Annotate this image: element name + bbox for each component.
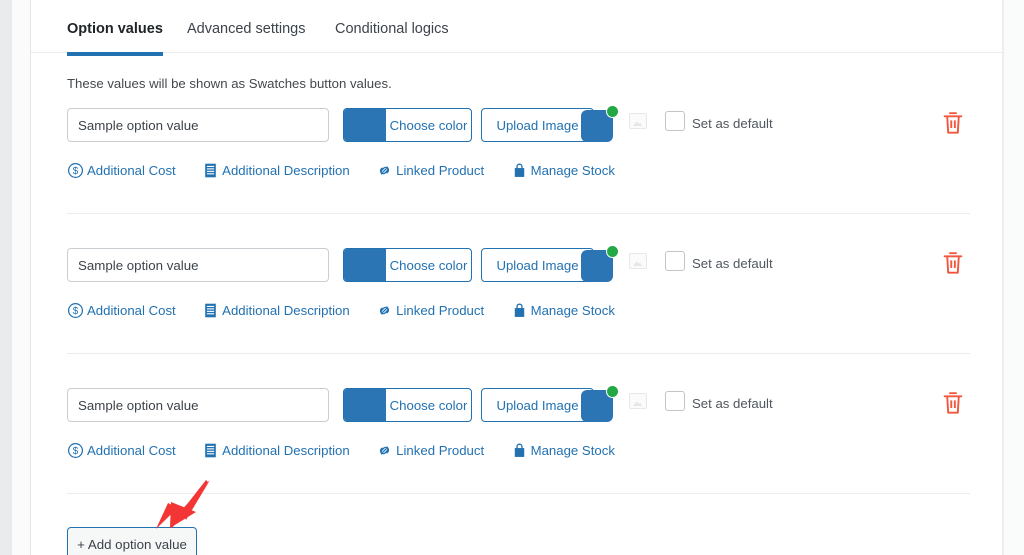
delete-row-trash-icon[interactable] [941,110,965,136]
delete-row-trash-icon[interactable] [941,250,965,276]
linked-product-link[interactable]: Linked Product [376,442,484,459]
choose-color-button[interactable]: Choose color [343,248,472,282]
chain-link-icon [380,166,390,175]
color-selected-badge-icon [606,385,619,398]
manage-stock-link[interactable]: Manage Stock [511,442,615,459]
additional-cost-label: Additional Cost [87,163,176,178]
tab-conditional-logics[interactable]: Conditional logics [335,8,449,52]
tab-advanced-settings[interactable]: Advanced settings [187,8,306,52]
choose-color-label: Choose color [389,397,468,413]
additional-cost-link[interactable]: $ Additional Cost [67,442,176,459]
choose-color-label: Choose color [389,117,468,133]
svg-text:$: $ [73,166,79,177]
color-preview-thumbnail[interactable] [581,384,623,426]
manage-stock-label: Manage Stock [530,163,615,178]
set-as-default-label: Set as default [692,396,773,411]
chain-link-icon [380,306,390,315]
choose-color-button[interactable]: Choose color [343,388,472,422]
shopping-bag-icon [514,443,524,457]
color-preview-thumbnail[interactable] [581,244,623,286]
delete-row-trash-icon[interactable] [941,390,965,416]
dollar-circle-icon: $ [67,442,84,459]
manage-stock-link[interactable]: Manage Stock [511,162,615,179]
tab-option-values-label: Option values [67,21,163,37]
tab-conditional-logics-label: Conditional logics [335,21,449,37]
option-value-row: Choose color Upload Image Set as default [31,100,1004,240]
additional-cost-label: Additional Cost [87,303,176,318]
additional-description-link[interactable]: Additional Description [202,302,350,319]
page-gutter-right [1004,0,1024,555]
additional-description-link[interactable]: Additional Description [202,442,350,459]
set-as-default-label: Set as default [692,256,773,271]
color-selected-badge-icon [606,245,619,258]
linked-product-label: Linked Product [396,303,485,318]
set-as-default-checkbox[interactable] [665,251,685,271]
choose-color-button[interactable]: Choose color [343,108,472,142]
additional-description-label: Additional Description [222,303,350,318]
manage-stock-link[interactable]: Manage Stock [511,302,615,319]
document-lines-icon [205,303,216,318]
tab-advanced-settings-label: Advanced settings [187,21,306,37]
option-value-row: Choose color Upload Image Set as default [31,380,1004,520]
tab-option-values[interactable]: Option values [67,8,163,56]
dollar-circle-icon: $ [67,302,84,319]
row-action-links: $ Additional Cost Additional Description [67,442,637,464]
svg-text:$: $ [73,306,79,317]
color-preview-thumbnail[interactable] [581,104,623,146]
upload-image-button[interactable]: Upload Image [481,248,594,282]
row-action-links: $ Additional Cost Additional Description [67,302,637,324]
choose-color-label: Choose color [389,257,468,273]
chain-link-icon [380,446,390,455]
image-placeholder-icon [629,253,647,269]
page-gutter-middle [12,0,30,555]
color-swatch-preview [344,109,386,141]
linked-product-label: Linked Product [396,443,485,458]
svg-text:$: $ [73,446,79,457]
manage-stock-label: Manage Stock [530,443,615,458]
shopping-bag-icon [514,163,524,177]
set-as-default-checkbox[interactable] [665,111,685,131]
dollar-circle-icon: $ [67,162,84,179]
option-value-input[interactable] [67,108,329,142]
additional-cost-link[interactable]: $ Additional Cost [67,302,176,319]
additional-cost-label: Additional Cost [87,443,176,458]
panel-description: These values will be shown as Swatches b… [67,76,392,91]
additional-description-label: Additional Description [222,163,350,178]
shopping-bag-icon [514,303,524,317]
linked-product-link[interactable]: Linked Product [376,162,484,179]
linked-product-label: Linked Product [396,163,485,178]
add-option-value-button[interactable]: + Add option value [67,527,197,555]
additional-description-label: Additional Description [222,443,350,458]
option-value-row: Choose color Upload Image Set as default [31,240,1004,380]
manage-stock-label: Manage Stock [530,303,615,318]
upload-image-button[interactable]: Upload Image [481,108,594,142]
color-swatch-preview [344,249,386,281]
document-lines-icon [205,443,216,458]
option-value-input[interactable] [67,388,329,422]
set-as-default-label: Set as default [692,116,773,131]
option-values-panel: Option values Advanced settings Conditio… [30,0,1004,555]
screenshot-root: Option values Advanced settings Conditio… [0,0,1024,555]
row-divider [67,213,970,214]
option-value-input[interactable] [67,248,329,282]
row-action-links: $ Additional Cost Additional Description [67,162,637,184]
row-divider [67,493,970,494]
additional-cost-link[interactable]: $ Additional Cost [67,162,176,179]
set-as-default-checkbox[interactable] [665,391,685,411]
tab-bar: Option values Advanced settings Conditio… [31,8,1004,56]
document-lines-icon [205,163,216,178]
color-swatch-preview [344,389,386,421]
additional-description-link[interactable]: Additional Description [202,162,350,179]
image-placeholder-icon [629,393,647,409]
row-divider [67,353,970,354]
upload-image-button[interactable]: Upload Image [481,388,594,422]
color-selected-badge-icon [606,105,619,118]
image-placeholder-icon [629,113,647,129]
page-gutter-left [0,0,12,555]
linked-product-link[interactable]: Linked Product [376,302,484,319]
